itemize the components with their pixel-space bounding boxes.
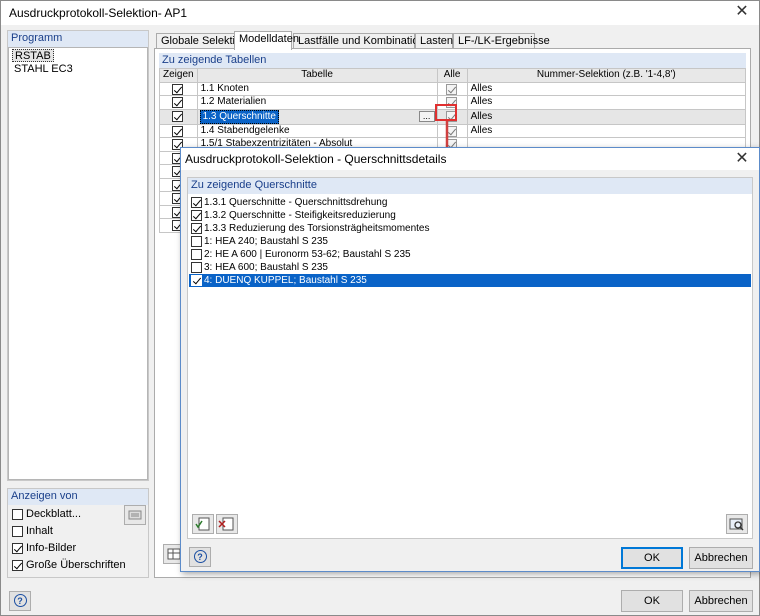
table-name-selected: 1.3 Querschnitte — [199, 110, 279, 123]
tab-global-selection[interactable]: Globale Selektion — [156, 33, 247, 49]
ok-button[interactable]: OK — [621, 590, 683, 612]
close-icon[interactable]: ✕ — [733, 3, 751, 21]
show-from-title: Anzeigen von — [8, 489, 148, 505]
cross-sections-group: Zu zeigende Querschnitte 1.3.1 Querschni… — [187, 177, 753, 539]
title-bar: Ausdruckprotokoll-Selektion- AP1 ✕ — [1, 1, 759, 25]
selection-cell[interactable]: Alles — [466, 108, 747, 125]
cross-section-list: 1.3.1 Querschnitte - Querschnittsdrehung… — [188, 194, 752, 506]
highlight-box — [435, 104, 457, 121]
list-item[interactable]: 1.3.2 Querschnitte - Steifigkeitsreduzie… — [189, 209, 751, 222]
list-item[interactable]: 3: HEA 600; Baustahl S 235 — [189, 261, 751, 274]
edit-sheet-icon — [128, 510, 142, 520]
contents-label: Inhalt — [26, 525, 53, 537]
help-icon: ? — [13, 594, 27, 607]
item-checkbox[interactable] — [191, 210, 202, 221]
item-label: 1.3.2 Querschnitte - Steifigkeitsreduzie… — [204, 210, 396, 221]
item-checkbox[interactable] — [191, 275, 202, 286]
dialog-cancel-button[interactable]: Abbrechen — [689, 547, 753, 569]
help-button[interactable]: ? — [9, 591, 31, 611]
select-all-icon — [195, 517, 210, 531]
table-name: 1.2 Materialien — [196, 95, 438, 110]
list-item-selected[interactable]: 4: DUENQ KUPPEL; Baustahl S 235 — [189, 274, 751, 287]
item-checkbox[interactable] — [191, 223, 202, 234]
dialog-title-bar: Ausdruckprotokoll-Selektion - Querschnit… — [181, 148, 759, 170]
item-label: 4: DUENQ KUPPEL; Baustahl S 235 — [204, 275, 367, 286]
dialog-ok-button[interactable]: OK — [621, 547, 683, 569]
dialog-close-icon[interactable]: ✕ — [733, 150, 751, 168]
cross-section-details-dialog: Ausdruckprotokoll-Selektion - Querschnit… — [180, 147, 760, 572]
all-checkbox[interactable] — [446, 83, 458, 95]
item-checkbox[interactable] — [191, 236, 202, 247]
list-item[interactable]: 2: HE A 600 | Euronorm 53-62; Baustahl S… — [189, 248, 751, 261]
col-selection: Nummer-Selektion (z.B. '1-4,8') — [466, 68, 747, 83]
contents-checkbox[interactable] — [12, 526, 23, 537]
program-item-rstab[interactable]: RSTAB — [12, 49, 54, 62]
selection-cell[interactable]: Alles — [466, 123, 747, 138]
program-group-title: Programm — [8, 31, 148, 47]
deselect-all-icon — [218, 517, 234, 531]
program-group: Programm RSTAB STAHL EC3 — [7, 30, 149, 481]
deselect-all-button[interactable] — [216, 514, 238, 534]
dialog-help-button[interactable]: ? — [189, 547, 211, 567]
selection-cell[interactable]: Alles — [466, 81, 747, 96]
cover-sheet-checkbox[interactable] — [12, 509, 23, 520]
show-checkbox[interactable] — [172, 110, 184, 122]
program-item-stahl-ec3[interactable]: STAHL EC3 — [12, 63, 75, 76]
show-from-group: Anzeigen von Deckblatt... Inhalt Info-Bi… — [7, 488, 149, 578]
dialog-title: Ausdruckprotokoll-Selektion - Querschnit… — [185, 152, 447, 166]
tab-model-data[interactable]: Modelldaten — [234, 31, 299, 50]
cross-sections-title: Zu zeigende Querschnitte — [188, 178, 752, 194]
help-icon: ? — [193, 550, 207, 563]
list-item[interactable]: 1.3.3 Reduzierung des Torsionsträgheitsm… — [189, 222, 751, 235]
show-checkbox[interactable] — [172, 125, 184, 137]
list-item[interactable]: 1.3.1 Querschnitte - Querschnittsdrehung — [189, 196, 751, 209]
item-label: 3: HEA 600; Baustahl S 235 — [204, 262, 328, 273]
item-checkbox[interactable] — [191, 249, 202, 260]
large-headings-checkbox[interactable] — [12, 560, 23, 571]
show-checkbox[interactable] — [172, 83, 184, 95]
preview-button[interactable] — [726, 514, 748, 534]
list-item[interactable]: 1: HEA 240; Baustahl S 235 — [189, 235, 751, 248]
col-show: Zeigen — [159, 68, 198, 83]
magnifier-icon — [729, 518, 744, 531]
window-title: Ausdruckprotokoll-Selektion- AP1 — [9, 6, 188, 20]
select-all-button[interactable] — [192, 514, 214, 534]
tab-results[interactable]: LF-/LK-Ergebnisse — [453, 33, 550, 49]
item-label: 1.3.3 Reduzierung des Torsionsträgheitsm… — [204, 223, 430, 234]
item-checkbox[interactable] — [191, 262, 202, 273]
info-images-label: Info-Bilder — [26, 542, 77, 554]
item-label: 2: HE A 600 | Euronorm 53-62; Baustahl S… — [204, 249, 411, 260]
show-checkbox[interactable] — [172, 97, 184, 108]
col-all: Alle — [436, 68, 468, 83]
tables-group-title: Zu zeigende Tabellen — [159, 53, 746, 69]
details-button[interactable]: ... — [418, 110, 435, 122]
cover-sheet-label: Deckblatt... — [26, 508, 82, 520]
table-name: 1.4 Stabendgelenke — [196, 123, 438, 138]
tab-load-cases[interactable]: Lastfälle und Kombinationen — [293, 33, 437, 49]
program-list: RSTAB STAHL EC3 — [8, 47, 148, 480]
main-window: Ausdruckprotokoll-Selektion- AP1 ✕ Progr… — [0, 0, 760, 616]
item-checkbox[interactable] — [191, 197, 202, 208]
cover-sheet-edit-button[interactable] — [124, 505, 146, 525]
info-images-checkbox[interactable] — [12, 543, 23, 554]
table-row[interactable]: 1.1 Knoten Alles — [159, 81, 747, 96]
cancel-button[interactable]: Abbrechen — [689, 590, 753, 612]
item-label: 1: HEA 240; Baustahl S 235 — [204, 236, 328, 247]
item-label: 1.3.1 Querschnitte - Querschnittsdrehung — [204, 197, 388, 208]
selection-cell[interactable]: Alles — [466, 95, 747, 110]
tab-loads[interactable]: Lasten — [415, 33, 453, 49]
table-name: 1.1 Knoten — [196, 81, 438, 96]
large-headings-label: Große Überschriften — [26, 559, 126, 571]
col-table: Tabelle — [196, 68, 438, 83]
